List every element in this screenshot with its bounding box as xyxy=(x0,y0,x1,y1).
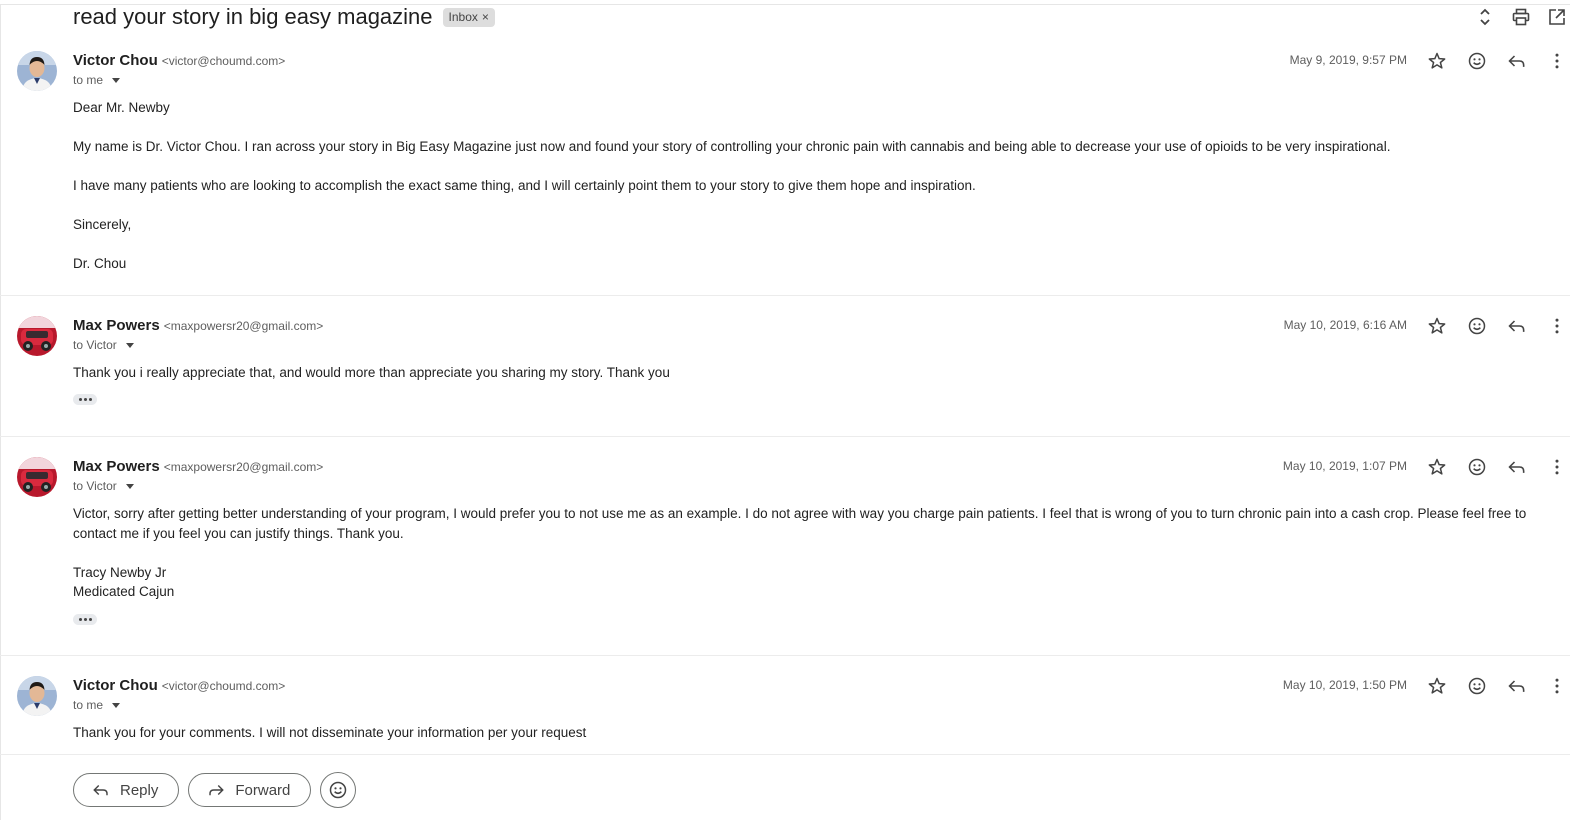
sender-name[interactable]: Max Powers xyxy=(73,458,160,475)
forward-icon xyxy=(209,784,225,796)
avatar xyxy=(17,676,57,716)
reply-button-label: Reply xyxy=(120,781,159,799)
expand-collapse-icon[interactable] xyxy=(1474,6,1496,28)
chevron-down-icon xyxy=(125,483,134,489)
more-vert-icon[interactable] xyxy=(1545,674,1569,698)
emoji-react-icon[interactable] xyxy=(1465,314,1489,338)
star-icon[interactable] xyxy=(1425,674,1449,698)
body-greeting: Dear Mr. Newby xyxy=(73,100,170,115)
message-body: Dear Mr. Newby My name is Dr. Victor Cho… xyxy=(73,98,1552,274)
reply-button[interactable]: Reply xyxy=(73,773,180,807)
show-trimmed-content-button[interactable] xyxy=(73,614,97,625)
sender-email: <victor@choumd.com> xyxy=(161,54,286,68)
body-paragraph: Thank you for your comments. I will not … xyxy=(73,725,587,740)
message-date: May 10, 2019, 6:16 AM xyxy=(1283,318,1407,332)
message-body: Victor, sorry after getting better under… xyxy=(73,504,1552,602)
message-date: May 10, 2019, 1:07 PM xyxy=(1282,459,1407,473)
more-vert-icon[interactable] xyxy=(1545,314,1569,338)
emoji-react-icon[interactable] xyxy=(1465,455,1489,479)
sender-line: Victor Chou <victor@choumd.com> xyxy=(73,52,285,69)
message-date: May 10, 2019, 1:50 PM xyxy=(1282,678,1407,692)
body-signature: Medicated Cajun xyxy=(73,584,175,599)
compose-actions: Reply Forward xyxy=(73,772,357,808)
reply-icon[interactable] xyxy=(1505,674,1529,698)
reply-icon[interactable] xyxy=(1505,455,1529,479)
recipients-toggle[interactable]: to me xyxy=(73,698,121,712)
recipients-toggle[interactable]: to me xyxy=(73,73,121,87)
recipients-text: to me xyxy=(73,73,104,87)
emoji-react-icon[interactable] xyxy=(1465,674,1489,698)
body-paragraph: My name is Dr. Victor Chou. I ran across… xyxy=(73,139,1391,154)
sender-email: <victor@choumd.com> xyxy=(161,679,286,693)
sender-email: <maxpowersr20@gmail.com> xyxy=(163,319,324,333)
label-text: Inbox xyxy=(448,10,478,24)
sender-line: Max Powers <maxpowersr20@gmail.com> xyxy=(73,458,323,475)
message-divider xyxy=(0,436,1570,437)
sender-name[interactable]: Max Powers xyxy=(73,317,160,334)
sender-line: Max Powers <maxpowersr20@gmail.com> xyxy=(73,317,323,334)
chevron-down-icon xyxy=(125,342,134,348)
reply-icon[interactable] xyxy=(1505,314,1529,338)
more-vert-icon[interactable] xyxy=(1545,49,1569,73)
reply-icon xyxy=(93,784,108,796)
star-icon[interactable] xyxy=(1425,455,1449,479)
open-in-new-window-icon[interactable] xyxy=(1546,6,1568,28)
thread-subject: read your story in big easy magazine xyxy=(73,4,433,29)
subject-row: read your story in big easy magazine Inb… xyxy=(73,4,495,30)
forward-button-label: Forward xyxy=(235,781,291,799)
remove-label-button[interactable]: × xyxy=(482,10,489,24)
message-date: May 9, 2019, 9:57 PM xyxy=(1289,53,1407,67)
message-body: Thank you for your comments. I will not … xyxy=(73,723,1552,743)
show-trimmed-content-button[interactable] xyxy=(73,394,97,405)
body-closing: Sincerely, xyxy=(73,217,132,232)
sender-email: <maxpowersr20@gmail.com> xyxy=(163,460,324,474)
emoji-react-icon[interactable] xyxy=(1465,49,1489,73)
star-icon[interactable] xyxy=(1425,314,1449,338)
emoji-react-button[interactable] xyxy=(320,772,357,808)
message-divider xyxy=(0,295,1570,296)
body-signature: Tracy Newby Jr xyxy=(73,564,167,580)
forward-button[interactable]: Forward xyxy=(188,773,312,807)
body-paragraph: Thank you i really appreciate that, and … xyxy=(73,365,670,380)
emoji-icon xyxy=(330,781,347,799)
more-vert-icon[interactable] xyxy=(1545,455,1569,479)
recipients-toggle[interactable]: to Victor xyxy=(73,338,134,352)
reply-icon[interactable] xyxy=(1505,49,1529,73)
recipients-text: to Victor xyxy=(73,479,117,493)
body-signature: Dr. Chou xyxy=(73,256,127,271)
sender-name[interactable]: Victor Chou xyxy=(73,677,158,694)
message-body: Thank you i really appreciate that, and … xyxy=(73,363,1552,383)
recipients-text: to Victor xyxy=(73,338,117,352)
sender-line: Victor Chou <victor@choumd.com> xyxy=(73,677,285,694)
avatar xyxy=(17,457,57,497)
avatar xyxy=(17,51,57,91)
body-paragraph: I have many patients who are looking to … xyxy=(73,178,976,193)
inbox-label-chip[interactable]: Inbox × xyxy=(442,7,495,27)
left-border xyxy=(0,4,1,820)
body-paragraph: Victor, sorry after getting better under… xyxy=(73,506,1527,541)
sender-name[interactable]: Victor Chou xyxy=(73,52,158,69)
recipients-toggle[interactable]: to Victor xyxy=(73,479,134,493)
message-divider xyxy=(0,754,1570,755)
star-icon[interactable] xyxy=(1425,49,1449,73)
recipients-text: to me xyxy=(73,698,104,712)
chevron-down-icon xyxy=(112,77,121,83)
chevron-down-icon xyxy=(112,702,121,708)
avatar xyxy=(17,316,57,356)
message-divider xyxy=(0,655,1570,656)
print-icon[interactable] xyxy=(1510,6,1532,28)
